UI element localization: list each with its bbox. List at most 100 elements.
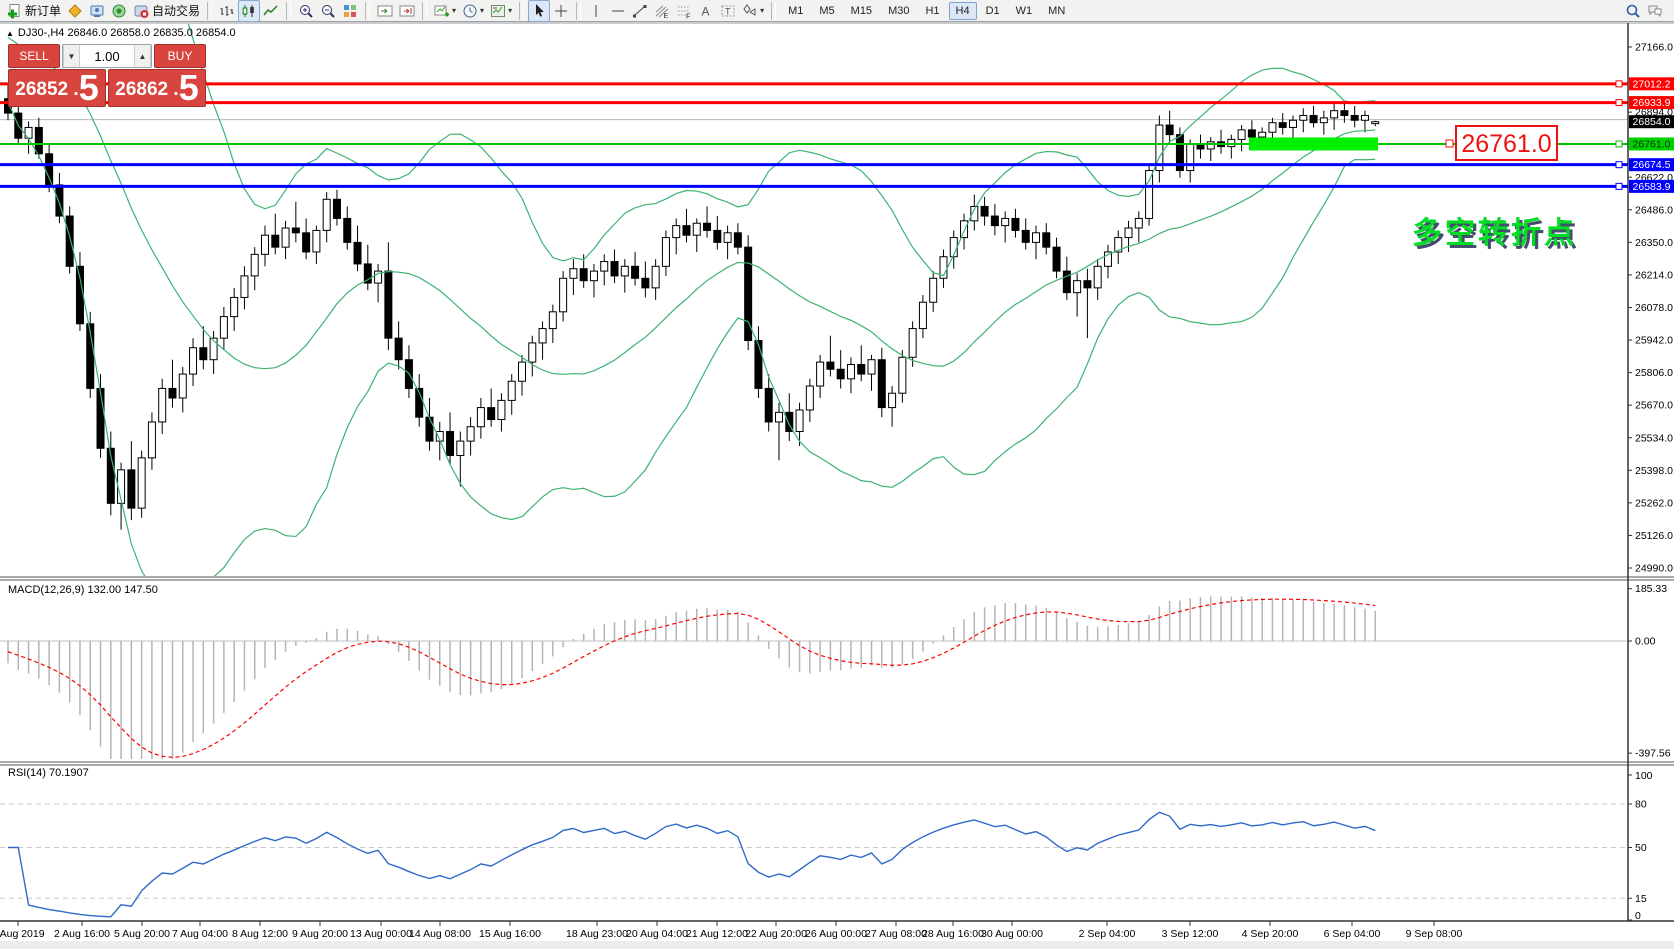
new-order-button[interactable]: 新订单 <box>3 0 64 22</box>
symbol-title: ▲ DJ30-,H4 26846.0 26858.0 26835.0 26854.… <box>6 27 236 39</box>
line-anchor-handle[interactable] <box>1616 183 1622 189</box>
line-anchor-handle[interactable] <box>1616 100 1622 106</box>
highlight-rectangle[interactable] <box>1249 137 1378 150</box>
time-axis-label: 8 Aug 12:00 <box>232 928 288 940</box>
chevron-down-icon: ▾ <box>452 6 456 15</box>
hline-icon <box>610 3 626 19</box>
line-anchor-handle[interactable] <box>1616 162 1622 168</box>
chat-icon <box>1647 3 1663 19</box>
toolbar-separator <box>422 2 427 20</box>
time-axis-label: 9 Aug 20:00 <box>292 928 348 940</box>
svg-text:26854.0: 26854.0 <box>1633 116 1671 128</box>
buy-price-pips: 5 <box>179 71 199 105</box>
templates-icon <box>490 3 506 19</box>
timeframe-w1-button[interactable]: W1 <box>1009 2 1040 20</box>
volume-up-button[interactable]: ▲ <box>134 45 151 67</box>
timeframe-mn-button[interactable]: MN <box>1041 2 1072 20</box>
signals-icon <box>89 3 105 19</box>
price-tick-label: 25126.0 <box>1635 530 1673 542</box>
time-axis-label: 27 Aug 08:00 <box>865 928 927 940</box>
price-tick-label: 25670.0 <box>1635 400 1673 412</box>
periods-icon <box>462 3 478 19</box>
window-bottom-strip <box>0 941 1674 949</box>
templates-button[interactable]: ▾ <box>487 0 515 22</box>
price-tick-label: 25806.0 <box>1635 367 1673 379</box>
symbol-title-text: DJ30-,H4 26846.0 26858.0 26835.0 26854.0 <box>18 27 236 39</box>
signals-button[interactable] <box>86 0 108 22</box>
volume-input[interactable] <box>80 45 134 67</box>
rsi-axis-label: 0 <box>1635 910 1641 922</box>
timeframe-m15-button[interactable]: M15 <box>844 2 879 20</box>
text-button[interactable]: A <box>695 0 717 22</box>
search-button[interactable] <box>1622 0 1644 22</box>
svg-text:26583.9: 26583.9 <box>1633 181 1671 193</box>
toolbar: 新订单自动交易▾▾▾EFAT▾M1M5M15M30H1H4D1W1MN <box>0 0 1674 22</box>
rsi-axis-label: 50 <box>1635 842 1647 854</box>
sell-price-box[interactable]: 26852 .5 <box>8 69 106 107</box>
bar-chart-button[interactable] <box>216 0 238 22</box>
search-icon <box>1625 3 1641 19</box>
buy-price-box[interactable]: 26862 .5 <box>108 69 206 107</box>
chat-button[interactable] <box>1644 0 1666 22</box>
fibo-icon: E <box>654 3 670 19</box>
one-click-trade-panel: SELL ▼ ▲ BUY 26852 .5 26862 .5 <box>8 44 206 107</box>
auto-trading-icon <box>133 3 149 19</box>
callout-anchor[interactable] <box>1446 140 1453 147</box>
new-order-icon <box>6 3 22 19</box>
rsi-indicator-label: RSI(14) 70.1907 <box>8 767 89 779</box>
line-anchor-handle[interactable] <box>1616 141 1622 147</box>
line-anchor-handle[interactable] <box>1616 81 1622 87</box>
price-tick-label: 25262.0 <box>1635 497 1673 509</box>
trendline-button[interactable] <box>629 0 651 22</box>
periods-button[interactable]: ▾ <box>459 0 487 22</box>
price-tick-label: 25942.0 <box>1635 335 1673 347</box>
market-button[interactable] <box>64 0 86 22</box>
time-axis-label: 2 Aug 16:00 <box>54 928 110 940</box>
time-axis-label: 15 Aug 16:00 <box>479 928 541 940</box>
timeframe-m5-button[interactable]: M5 <box>812 2 841 20</box>
vertical-line-button[interactable] <box>585 0 607 22</box>
horizontal-line-button[interactable] <box>607 0 629 22</box>
svg-text:26674.5: 26674.5 <box>1633 159 1671 171</box>
text-label-button[interactable]: T <box>717 0 739 22</box>
fibo-expansion-button[interactable]: E <box>651 0 673 22</box>
toolbar-separator <box>207 2 212 20</box>
news-button[interactable] <box>108 0 130 22</box>
new-order-label: 新订单 <box>25 2 61 19</box>
vline-icon <box>588 3 604 19</box>
rsi-axis-label: 100 <box>1635 770 1653 782</box>
zoom-in-button[interactable] <box>295 0 317 22</box>
time-axis-label: 7 Aug 04:00 <box>172 928 228 940</box>
macd-axis-label: 185.33 <box>1635 583 1667 595</box>
fibo-retracement-button[interactable]: F <box>673 0 695 22</box>
candlestick-chart-button[interactable] <box>238 0 260 22</box>
trendline-icon <box>632 3 648 19</box>
auto-trading-button[interactable]: 自动交易 <box>130 0 203 22</box>
buy-price: 26862 . <box>115 75 178 105</box>
shapes-button[interactable]: ▾ <box>739 0 767 22</box>
autoscroll-button[interactable] <box>374 0 396 22</box>
timeframe-m1-button[interactable]: M1 <box>781 2 810 20</box>
price-tick-label: 25534.0 <box>1635 432 1673 444</box>
timeframe-h4-button[interactable]: H4 <box>949 2 977 20</box>
volume-down-button[interactable]: ▼ <box>63 45 80 67</box>
line-chart-button[interactable] <box>260 0 282 22</box>
timeframe-m30-button[interactable]: M30 <box>881 2 916 20</box>
chart-canvas[interactable]: 26761.0多空转折点多空转折点27166.026894.026622.026… <box>0 0 1674 949</box>
toolbar-separator <box>576 2 581 20</box>
timeframe-h1-button[interactable]: H1 <box>918 2 946 20</box>
zoom-out-button[interactable] <box>317 0 339 22</box>
time-axis-label: 2 Sep 04:00 <box>1079 928 1136 940</box>
new-chart-button[interactable]: ▾ <box>431 0 459 22</box>
annotation-text[interactable]: 多空转折点 <box>1412 217 1577 250</box>
buy-button[interactable]: BUY <box>154 44 206 68</box>
collapse-arrow-icon[interactable]: ▲ <box>6 29 14 38</box>
cursor-button[interactable] <box>528 0 550 22</box>
time-axis-label: 21 Aug 12:00 <box>686 928 748 940</box>
timeframe-d1-button[interactable]: D1 <box>979 2 1007 20</box>
chart-shift-button[interactable] <box>396 0 418 22</box>
tile-windows-button[interactable] <box>339 0 361 22</box>
crosshair-button[interactable] <box>550 0 572 22</box>
sell-button[interactable]: SELL <box>8 44 60 68</box>
zoom-in-icon <box>298 3 314 19</box>
